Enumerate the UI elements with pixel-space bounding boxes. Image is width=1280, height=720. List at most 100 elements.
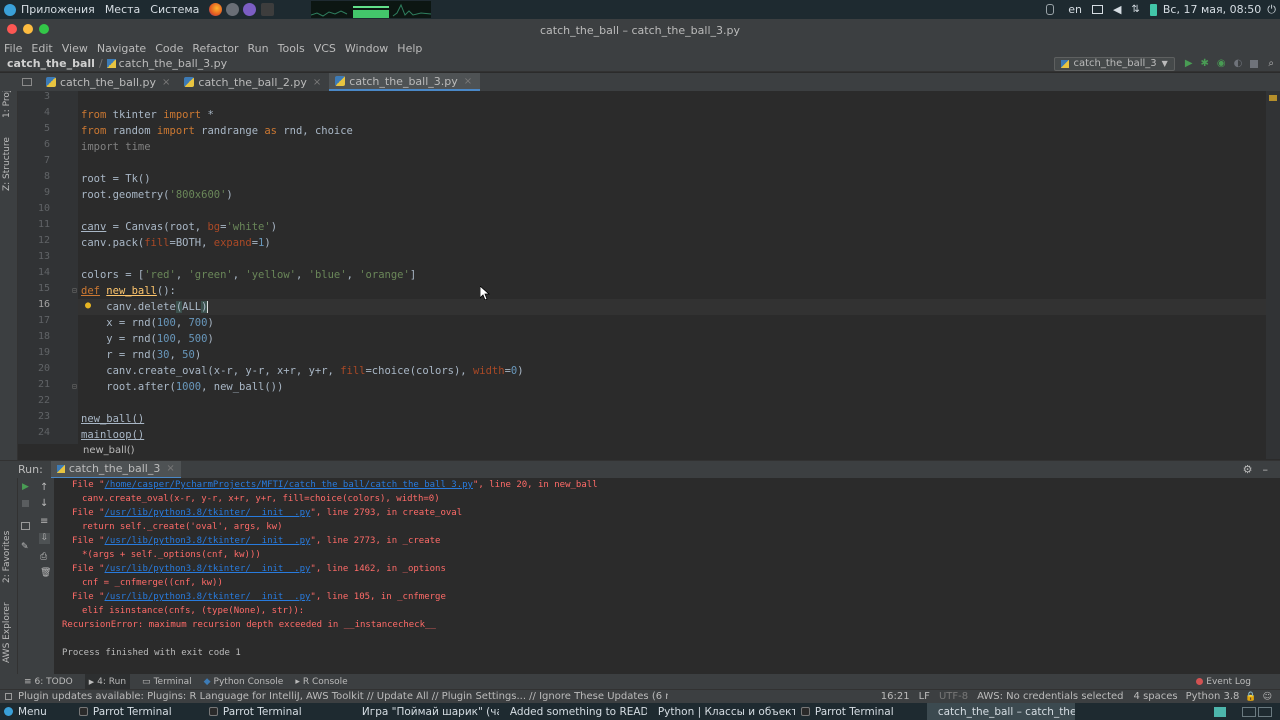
breadcrumb-function[interactable]: new_ball()	[83, 445, 135, 456]
tool-tab-event-log[interactable]: Event Log	[1196, 677, 1251, 687]
taskbar-item[interactable]: Python | Классы и объект...	[647, 703, 795, 720]
restore-layout-icon[interactable]	[21, 522, 30, 530]
scroll-to-end-icon[interactable]: ⇩	[39, 533, 50, 544]
print-icon[interactable]: ⎙	[40, 552, 47, 562]
applications-menu[interactable]: Приложения	[21, 3, 95, 16]
pin-icon[interactable]: ✎	[21, 542, 29, 552]
tool-tab-python-console[interactable]: ◆ Python Console	[204, 677, 284, 687]
menu-run[interactable]: Run	[248, 42, 269, 55]
traceback-link[interactable]: /usr/lib/python3.8/tkinter/__init__.py	[105, 536, 311, 546]
taskbar-item[interactable]: Added something to READ...	[499, 703, 647, 720]
fold-icon[interactable]: ⊟	[72, 382, 77, 391]
volume-icon[interactable]: ◀	[1113, 3, 1121, 16]
menu-code[interactable]: Code	[155, 42, 183, 55]
tab-list-icon[interactable]	[22, 78, 32, 86]
status-toggle-icon[interactable]	[5, 693, 12, 700]
workspace-1[interactable]	[1242, 706, 1256, 717]
tab-catch-the-ball-3[interactable]: catch_the_ball_3.py ×	[329, 73, 481, 91]
nav-file[interactable]: catch_the_ball_3.py	[119, 57, 228, 70]
battery-icon[interactable]	[1149, 3, 1157, 16]
line-separator[interactable]: LF	[919, 691, 930, 702]
tool-tab-r-console[interactable]: ▸ R Console	[295, 677, 347, 687]
search-everywhere-icon[interactable]: ⌕	[1268, 58, 1274, 69]
tool-tab-todo[interactable]: ≡ 6: TODO	[24, 677, 73, 687]
display-icon[interactable]	[1092, 5, 1103, 14]
places-menu[interactable]: Места	[105, 3, 140, 16]
close-tab-icon[interactable]: ×	[313, 77, 321, 88]
aws-credentials[interactable]: AWS: No credentials selected	[977, 691, 1123, 702]
taskbar-item[interactable]: Parrot Terminal	[73, 703, 203, 720]
stop-icon[interactable]	[1250, 59, 1259, 68]
tool-tab-run[interactable]: ▶ 4: Run	[84, 674, 131, 689]
power-icon[interactable]: ⏻	[1267, 3, 1276, 17]
nav-project[interactable]: catch_the_ball	[7, 57, 95, 70]
debug-icon[interactable]: ✱	[1201, 58, 1209, 69]
settings-launcher-icon[interactable]	[226, 3, 240, 16]
python-interpreter[interactable]: Python 3.8	[1186, 691, 1240, 702]
close-tab-icon[interactable]: ×	[464, 76, 472, 87]
maximize-window-icon[interactable]	[39, 24, 49, 34]
run-icon[interactable]: ▶	[1185, 58, 1193, 69]
soft-wrap-icon[interactable]: ≡	[40, 516, 48, 527]
up-arrow-icon[interactable]: ↑	[40, 482, 48, 493]
caret-position[interactable]: 16:21	[881, 691, 910, 702]
traceback-link[interactable]: /home/casper/PycharmProjects/MFTI/catch_…	[105, 480, 473, 490]
menu-navigate[interactable]: Navigate	[97, 42, 146, 55]
menu-file[interactable]: File	[4, 42, 22, 55]
workspace-2[interactable]	[1258, 706, 1272, 717]
traceback-link[interactable]: /usr/lib/python3.8/tkinter/__init__.py	[105, 564, 311, 574]
network-icon[interactable]: ⇅	[1131, 4, 1139, 15]
code-editor[interactable]: from tkinter import * from random import…	[78, 91, 1266, 459]
menu-help[interactable]: Help	[397, 42, 422, 55]
taskbar-item[interactable]: Игра "Поймай шарик" (ча...	[351, 703, 499, 720]
traceback-link[interactable]: /usr/lib/python3.8/tkinter/__init__.py	[105, 508, 311, 518]
taskbar-item[interactable]: Parrot Terminal	[795, 703, 927, 720]
run-configuration-select[interactable]: catch_the_ball_3 ▼	[1054, 56, 1175, 71]
structure-tool-tab[interactable]: Z: Structure	[2, 137, 12, 191]
indent-setting[interactable]: 4 spaces	[1134, 691, 1178, 702]
run-console[interactable]: File "/home/casper/PycharmProjects/MFTI/…	[54, 478, 1280, 674]
minimize-window-icon[interactable]	[23, 24, 33, 34]
firefox-icon[interactable]	[209, 3, 223, 16]
tab-catch-the-ball-2[interactable]: catch_the_ball_2.py ×	[178, 73, 329, 91]
tool-tab-terminal[interactable]: ▭ Terminal	[142, 677, 192, 687]
gear-icon[interactable]: ⚙	[1243, 463, 1253, 476]
workspace-switcher[interactable]	[1242, 706, 1272, 717]
close-tab-icon[interactable]: ×	[166, 463, 174, 474]
menu-vcs[interactable]: VCS	[314, 42, 336, 55]
run-config-tab[interactable]: catch_the_ball_3 ×	[50, 460, 181, 479]
lightbulb-icon[interactable]: ●	[85, 300, 91, 311]
menu-edit[interactable]: Edit	[31, 42, 52, 55]
taskbar-item[interactable]: Parrot Terminal	[203, 703, 351, 720]
hide-panel-icon[interactable]: –	[1263, 463, 1269, 476]
down-arrow-icon[interactable]: ↓	[40, 498, 48, 509]
tab-catch-the-ball[interactable]: catch_the_ball.py ×	[40, 73, 178, 91]
status-message[interactable]: Plugin updates available: Plugins: R Lan…	[18, 691, 668, 702]
menu-window[interactable]: Window	[345, 42, 388, 55]
app-launcher-icon[interactable]	[243, 3, 257, 16]
traceback-link[interactable]: /usr/lib/python3.8/tkinter/__init__.py	[105, 592, 311, 602]
editor-scrollbar-strip[interactable]	[1266, 91, 1280, 459]
coverage-icon[interactable]: ◉	[1217, 58, 1226, 69]
menu-refactor[interactable]: Refactor	[192, 42, 238, 55]
rerun-icon[interactable]: ▶	[22, 482, 29, 492]
aws-explorer-tool-tab[interactable]: AWS Explorer	[2, 602, 12, 663]
lock-icon[interactable]: 🔒	[1245, 692, 1256, 702]
trash-icon[interactable]: 🗑	[40, 568, 51, 578]
close-window-icon[interactable]	[7, 24, 17, 34]
profile-icon[interactable]: ◐	[1234, 58, 1243, 69]
show-desktop-icon[interactable]	[1214, 706, 1226, 717]
terminal-launcher-icon[interactable]	[261, 3, 275, 16]
menu-tools[interactable]: Tools	[278, 42, 305, 55]
menu-view[interactable]: View	[62, 42, 88, 55]
close-tab-icon[interactable]: ×	[162, 77, 170, 88]
favorites-tool-tab[interactable]: 2: Favorites	[2, 531, 12, 583]
stop-icon[interactable]	[22, 500, 29, 507]
clock[interactable]: Вс, 17 мая, 08:50	[1163, 3, 1261, 16]
bluetooth-icon[interactable]	[1046, 4, 1055, 15]
taskbar-menu-button[interactable]: Menu	[0, 703, 53, 720]
taskbar-item-active[interactable]: catch_the_ball – catch_the...	[926, 703, 1075, 720]
file-encoding[interactable]: UTF-8	[939, 691, 968, 702]
system-menu[interactable]: Система	[150, 3, 199, 16]
parrot-logo-icon[interactable]	[4, 3, 16, 16]
